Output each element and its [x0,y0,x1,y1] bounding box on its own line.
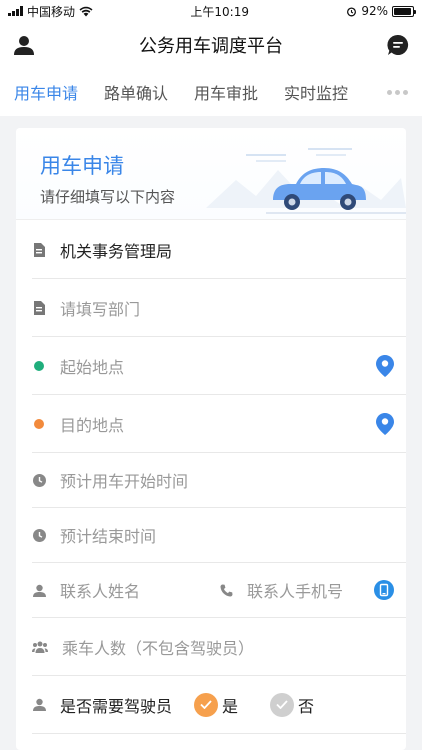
start-dot-icon [32,359,46,373]
department-placeholder: 请填写部门 [60,299,141,319]
battery-percent: 92% [361,4,388,18]
person-icon [32,583,46,597]
need-driver-label: 是否需要驾驶员 [60,696,173,716]
clock-icon [32,528,46,542]
request-form-card: 用车申请 请仔细填写以下内容 机关事务管理局 请填写部门 起始地点 目的地点 预… [16,128,406,750]
status-left: 中国移动 [8,3,93,20]
chat-icon [387,34,409,55]
status-time: 上午10:19 [190,4,249,19]
phone-icon [220,584,233,597]
need-driver-row: 是否需要驾驶员 是 否 [32,676,406,734]
tab-vehicle-request[interactable]: 用车申请 [14,80,78,104]
location-pin-icon[interactable] [376,354,394,377]
more-tabs-icon[interactable] [387,89,408,95]
passenger-count-placeholder: 乘车人数（不包含驾驶员） [62,638,255,658]
contact-name-input[interactable]: 联系人姓名 [60,578,220,602]
contact-phone-input[interactable]: 联系人手机号 [247,578,343,602]
end-time-field[interactable]: 预计结束时间 [32,508,406,563]
document-icon [32,242,46,257]
start-location-placeholder: 起始地点 [60,357,125,377]
status-bar: 中国移动 上午10:19 92% [0,0,422,22]
group-icon [32,640,48,654]
user-icon [14,36,34,55]
radio-yes-label: 是 [222,696,239,716]
document-icon [32,300,46,315]
contact-row: 联系人姓名 联系人手机号 [32,563,406,618]
tab-vehicle-approval[interactable]: 用车审批 [194,80,258,104]
department-field[interactable]: 请填写部门 [32,279,406,337]
contacts-book-icon[interactable] [374,580,394,600]
clock-icon [32,473,46,487]
destination-placeholder: 目的地点 [60,415,125,435]
radio-no[interactable]: 否 [270,692,315,717]
destination-dot-icon [32,417,46,431]
tab-route-confirm[interactable]: 路单确认 [104,80,168,104]
check-icon [270,692,295,717]
location-pin-icon[interactable] [376,412,394,435]
car-illustration [206,148,406,214]
status-right: 92% [346,4,416,18]
form-banner: 用车申请 请仔细填写以下内容 [16,128,406,220]
signal-icon [8,6,23,16]
start-time-placeholder: 预计用车开始时间 [60,472,189,491]
app-header: 公务用车调度平台 [0,22,422,68]
battery-icon [392,5,416,17]
radio-yes[interactable]: 是 [194,692,239,717]
wifi-icon [79,6,93,16]
start-time-field[interactable]: 预计用车开始时间 [32,453,406,508]
battery-fill [394,7,411,15]
driver-icon [32,698,46,712]
passenger-count-field[interactable]: 乘车人数（不包含驾驶员） [32,618,406,676]
org-value: 机关事务管理局 [60,241,173,261]
alarm-icon [347,6,357,16]
radio-no-label: 否 [298,696,315,716]
chat-button[interactable] [386,33,410,57]
check-icon [194,692,219,717]
tab-live-monitor[interactable]: 实时监控 [284,80,348,104]
carrier-label: 中国移动 [27,4,76,19]
end-time-placeholder: 预计结束时间 [60,527,157,546]
user-button[interactable] [12,33,36,57]
destination-field[interactable]: 目的地点 [32,395,406,453]
start-location-field[interactable]: 起始地点 [32,337,406,395]
tab-bar: 用车申请 路单确认 用车审批 实时监控 [0,68,422,116]
org-field[interactable]: 机关事务管理局 [32,221,406,279]
page-title: 公务用车调度平台 [139,36,283,57]
